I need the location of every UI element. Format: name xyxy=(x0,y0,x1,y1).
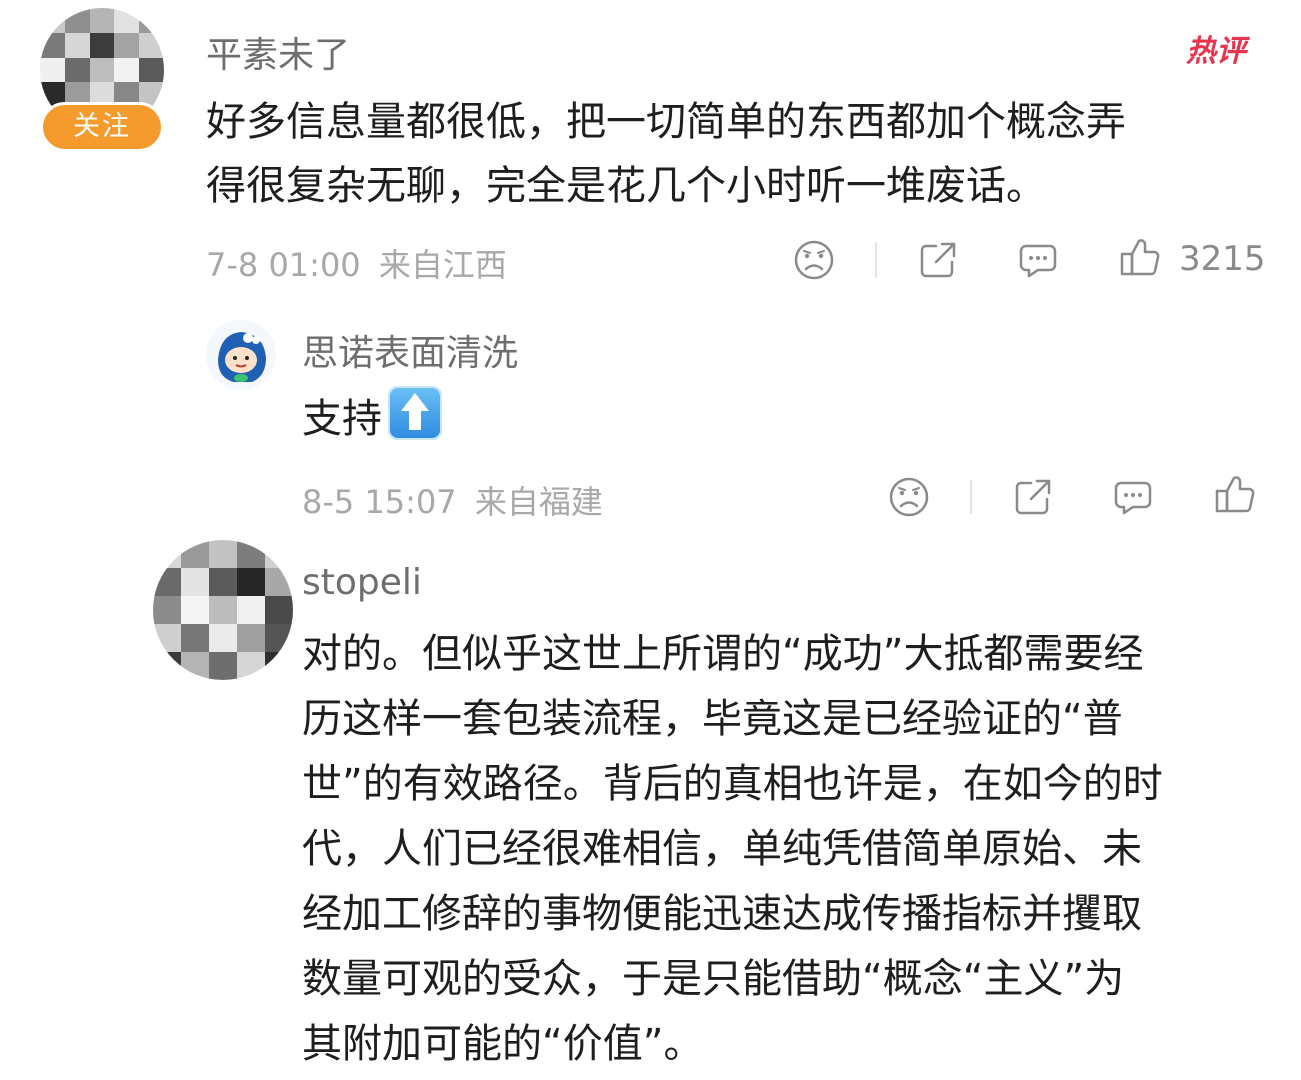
comment-line: 好多信息量都很低，把一切简单的东西都加个概念弄 xyxy=(206,99,1126,145)
comment-line: 经加工修辞的事物便能迅速达成传播指标并攫取 xyxy=(302,891,1142,937)
comment-line: 数量可观的受众，于是只能借助“概念“主义”为 xyxy=(302,956,1125,1002)
username[interactable]: 平素未了 xyxy=(206,26,350,78)
like-count: 3215 xyxy=(1179,239,1266,279)
frown-icon[interactable] xyxy=(887,475,931,519)
comment-meta: 7-8 01:00 来自江西 xyxy=(206,240,507,286)
share-icon[interactable] xyxy=(916,238,960,282)
comment-line: 得很复杂无聊，完全是花几个小时听一堆废话。 xyxy=(206,163,1046,209)
comment-line: 世”的有效路径。背后的真相也许是，在如今的时 xyxy=(302,761,1163,807)
comment-text: 好多信息量都很低，把一切简单的东西都加个概念弄 得很复杂无聊，完全是花几个小时听… xyxy=(206,90,1126,218)
hot-comment-badge: 热评 xyxy=(1186,12,1268,70)
comment-text: 支持 xyxy=(302,386,442,451)
comment-line: 对的。但似乎这世上所谓的“成功”大抵都需要经 xyxy=(302,631,1144,677)
username[interactable]: stopeli xyxy=(302,562,422,603)
timestamp: 8-5 15:07 xyxy=(302,483,457,521)
comment-line: 历这样一套包装流程，毕竟这是已经验证的“普 xyxy=(302,696,1123,742)
up-arrow-emoji-icon xyxy=(388,386,442,440)
frown-icon[interactable] xyxy=(792,238,836,282)
comment-icon[interactable] xyxy=(1111,475,1155,519)
location: 来自福建 xyxy=(474,483,603,521)
comment-line: 其附加可能的“价值”。 xyxy=(302,1021,704,1067)
username[interactable]: 思诺表面清洗 xyxy=(302,324,518,376)
divider xyxy=(970,480,972,514)
like-icon[interactable] xyxy=(1118,236,1162,280)
follow-button[interactable]: 关注 xyxy=(40,102,164,152)
location: 来自江西 xyxy=(378,246,507,284)
comment-line: 支持 xyxy=(302,396,382,442)
comment-line: 代，人们已经很难相信，单纯凭借简单原始、未 xyxy=(302,826,1142,872)
comment-icon[interactable] xyxy=(1016,238,1060,282)
share-icon[interactable] xyxy=(1011,475,1055,519)
divider xyxy=(875,243,877,277)
comment-meta: 8-5 15:07 来自福建 xyxy=(302,477,603,523)
avatar[interactable] xyxy=(206,320,276,390)
comment-text: 对的。但似乎这世上所谓的“成功”大抵都需要经 历这样一套包装流程，毕竟这是已经验… xyxy=(302,622,1163,1077)
timestamp: 7-8 01:00 xyxy=(206,246,361,284)
avatar[interactable] xyxy=(153,540,293,680)
like-icon[interactable] xyxy=(1213,473,1257,517)
